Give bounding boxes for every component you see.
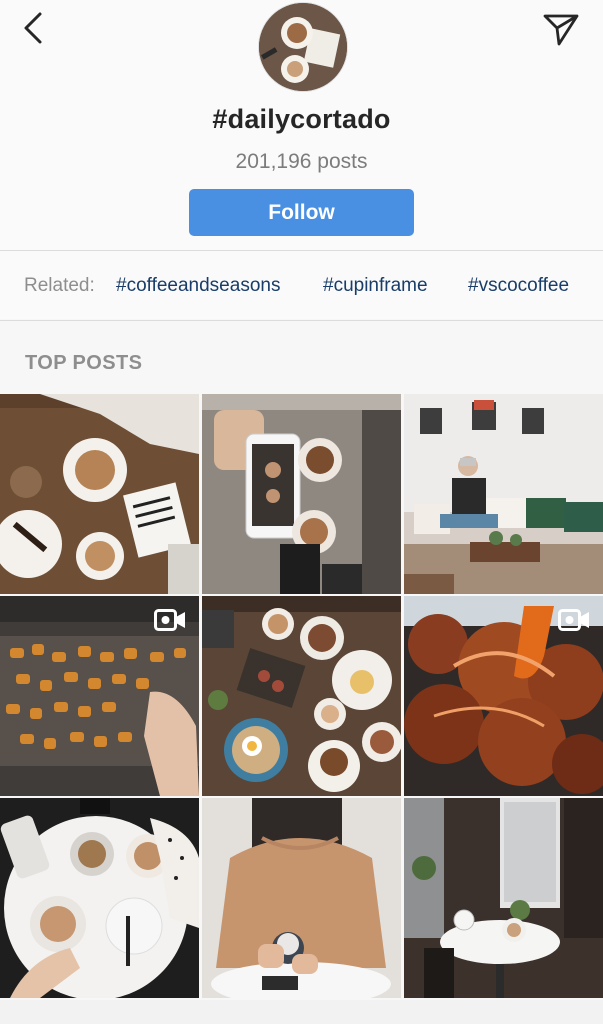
hashtag-title: #dailycortado bbox=[212, 104, 391, 134]
post-thumbnail[interactable] bbox=[202, 798, 401, 998]
post-thumbnail[interactable] bbox=[0, 798, 199, 998]
post-thumbnail[interactable] bbox=[404, 596, 603, 796]
divider bbox=[0, 320, 603, 321]
post-thumbnail[interactable] bbox=[202, 394, 401, 594]
post-thumbnail[interactable] bbox=[404, 798, 603, 998]
section-title: TOP POSTS bbox=[25, 352, 143, 374]
post-thumbnail[interactable] bbox=[404, 394, 603, 594]
post-grid bbox=[0, 394, 603, 1000]
related-hashtags-bar: Related: #coffeeandseasons #cupinframe #… bbox=[0, 251, 603, 319]
chevron-left-icon[interactable] bbox=[18, 10, 50, 46]
video-icon bbox=[558, 609, 589, 631]
post-thumbnail[interactable] bbox=[0, 394, 199, 594]
related-tag-coffeeandseasons[interactable]: #coffeeandseasons bbox=[116, 275, 280, 297]
related-tag-cupinframe[interactable]: #cupinframe bbox=[323, 275, 428, 297]
paper-plane-icon[interactable] bbox=[541, 10, 581, 48]
post-count: 201,196 posts bbox=[235, 150, 368, 173]
related-label: Related: bbox=[24, 275, 95, 296]
post-thumbnail[interactable] bbox=[202, 596, 401, 796]
follow-button[interactable]: Follow bbox=[189, 189, 414, 236]
hashtag-avatar bbox=[258, 2, 348, 92]
related-tag-vscocoffee[interactable]: #vscocoffee bbox=[468, 275, 569, 297]
post-thumbnail[interactable] bbox=[0, 596, 199, 796]
bottom-edge bbox=[0, 1000, 603, 1024]
video-icon bbox=[154, 609, 185, 631]
hashtag-header: #dailycortado 201,196 posts Follow bbox=[0, 0, 603, 250]
